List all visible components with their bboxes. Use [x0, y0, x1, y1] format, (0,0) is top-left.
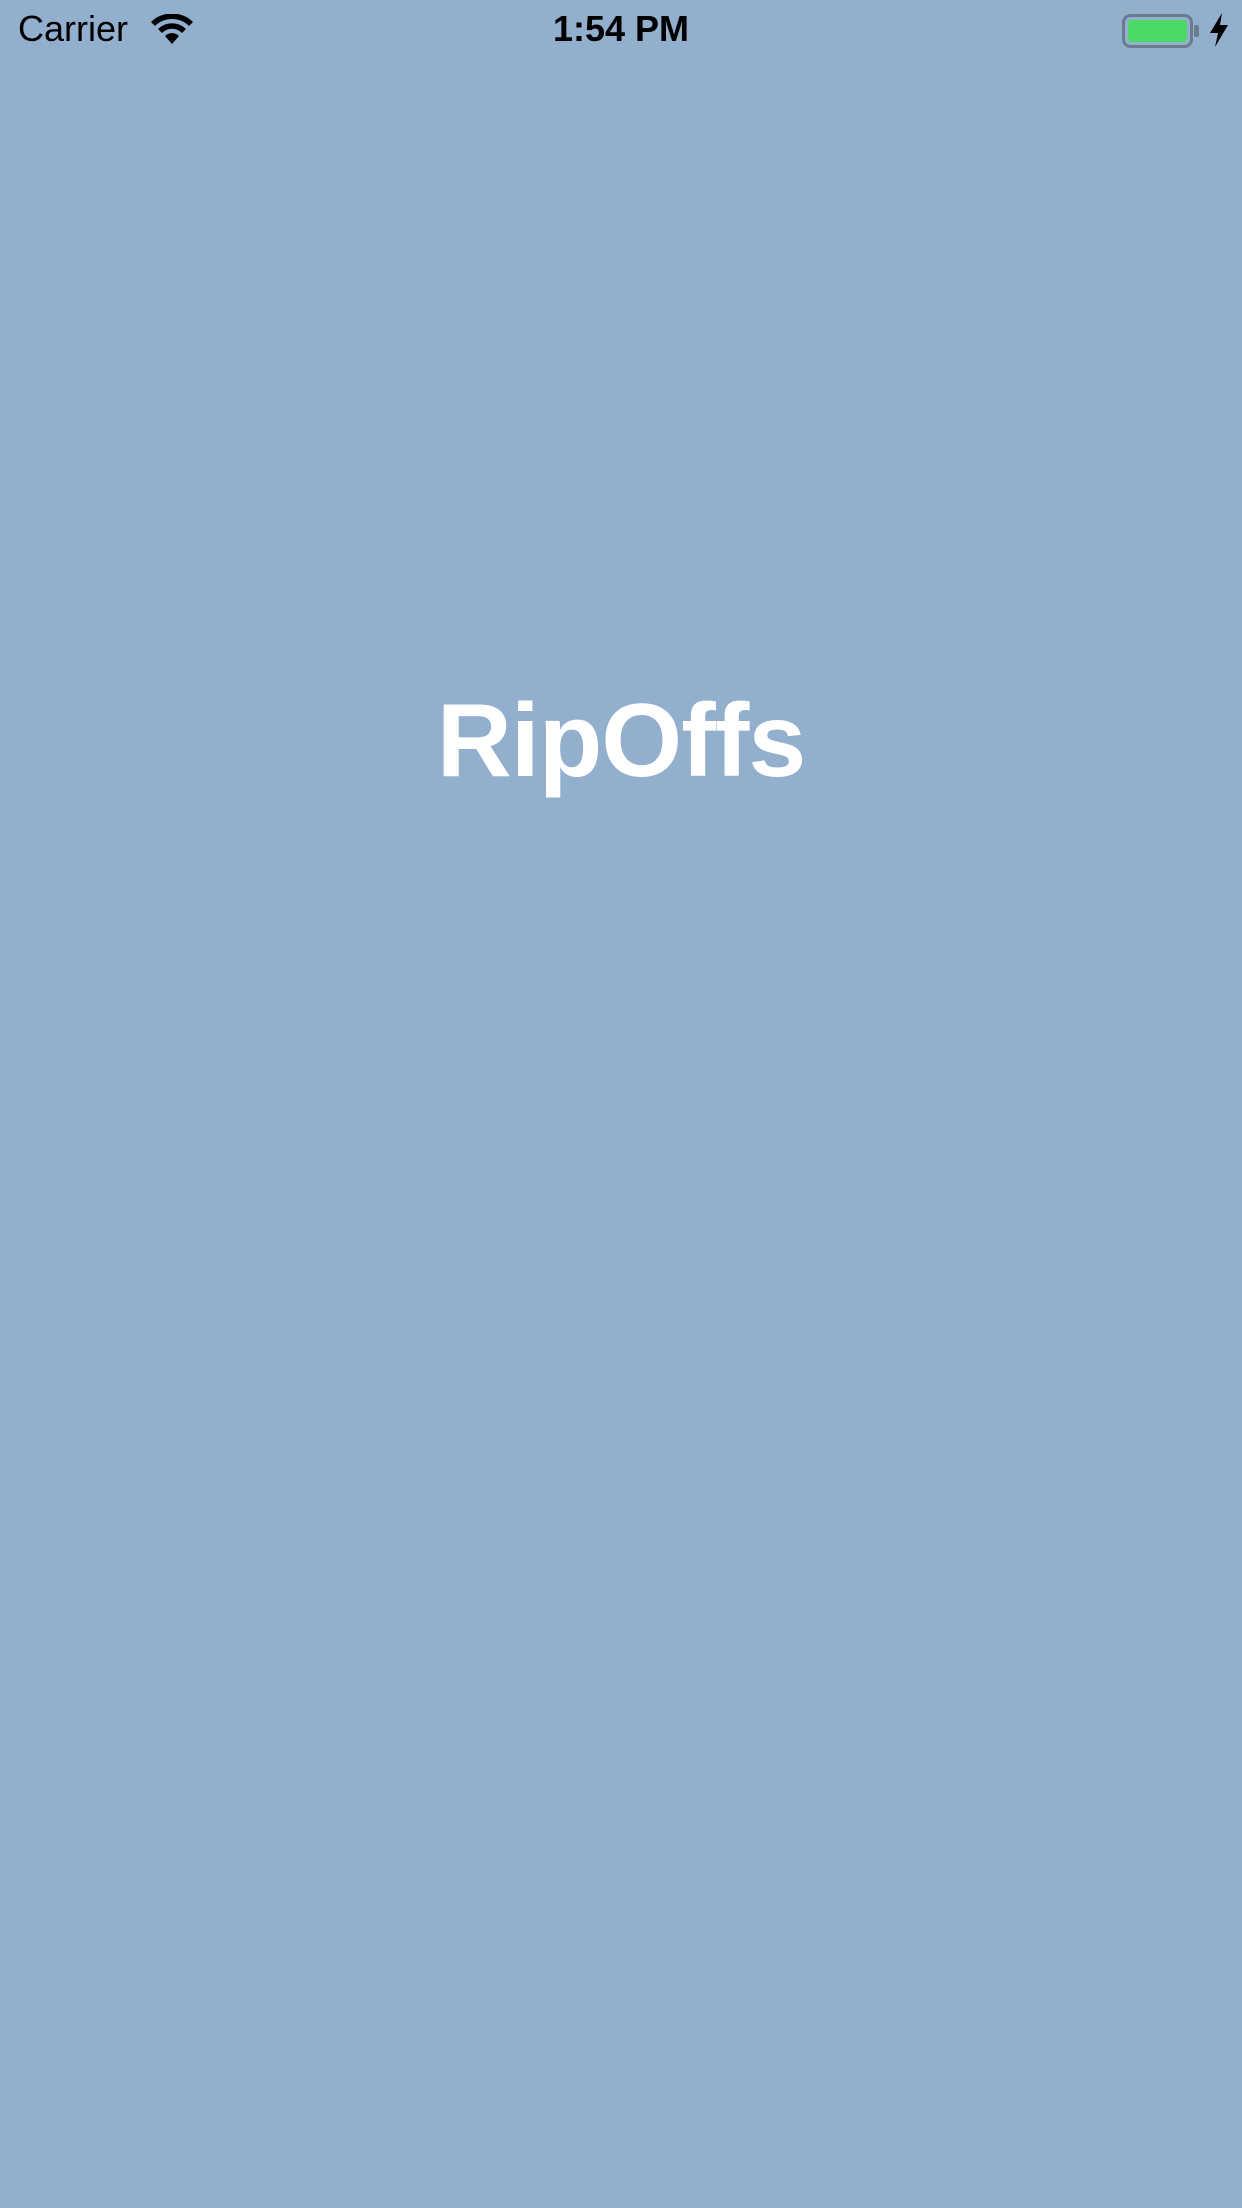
app-title: RipOffs	[436, 683, 807, 799]
charging-bolt-icon	[1210, 13, 1228, 47]
battery-icon	[1122, 14, 1199, 48]
status-time: 1:54 PM	[552, 8, 690, 49]
status-bar: Carrier 1:54 PM	[0, 0, 1242, 60]
